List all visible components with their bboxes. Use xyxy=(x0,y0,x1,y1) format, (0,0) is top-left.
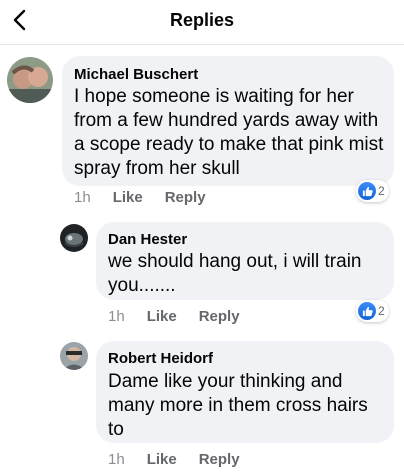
reaction-count: 2 xyxy=(378,184,385,198)
thumbs-up-icon xyxy=(358,302,376,320)
thumbs-up-icon xyxy=(358,182,376,200)
comment-author[interactable]: Dan Hester xyxy=(108,231,187,248)
like-button[interactable]: Like xyxy=(147,451,177,468)
reaction-count: 2 xyxy=(378,304,385,318)
comment-actions: 1h Like Reply xyxy=(74,189,228,206)
reply-button[interactable]: Reply xyxy=(165,189,206,206)
comment-text: I hope someone is waiting for her from a… xyxy=(74,86,384,179)
reply-button[interactable]: Reply xyxy=(199,451,240,468)
comment-author[interactable]: Michael Buschert xyxy=(74,66,198,83)
comment-text: we should hang out, i will train you....… xyxy=(108,251,362,296)
comment-author[interactable]: Robert Heidorf xyxy=(108,350,213,367)
comment-actions: 1h Like Reply xyxy=(108,451,262,468)
like-button[interactable]: Like xyxy=(113,189,143,206)
avatar[interactable] xyxy=(7,57,53,103)
comment-actions: 1h Like Reply xyxy=(108,308,262,325)
reaction-badge[interactable]: 2 xyxy=(356,300,389,322)
avatar[interactable] xyxy=(60,224,88,252)
avatar[interactable] xyxy=(60,342,88,370)
reply-button[interactable]: Reply xyxy=(199,308,240,325)
page-title: Replies xyxy=(169,10,235,30)
header-bar: Replies xyxy=(0,0,404,45)
comment-time: 1h xyxy=(74,189,91,206)
like-button[interactable]: Like xyxy=(147,308,177,325)
comment-text: Dame like your thinking and many more in… xyxy=(108,371,368,440)
reaction-badge[interactable]: 2 xyxy=(356,180,389,202)
comment-time: 1h xyxy=(108,308,125,325)
comment-time: 1h xyxy=(108,451,125,468)
